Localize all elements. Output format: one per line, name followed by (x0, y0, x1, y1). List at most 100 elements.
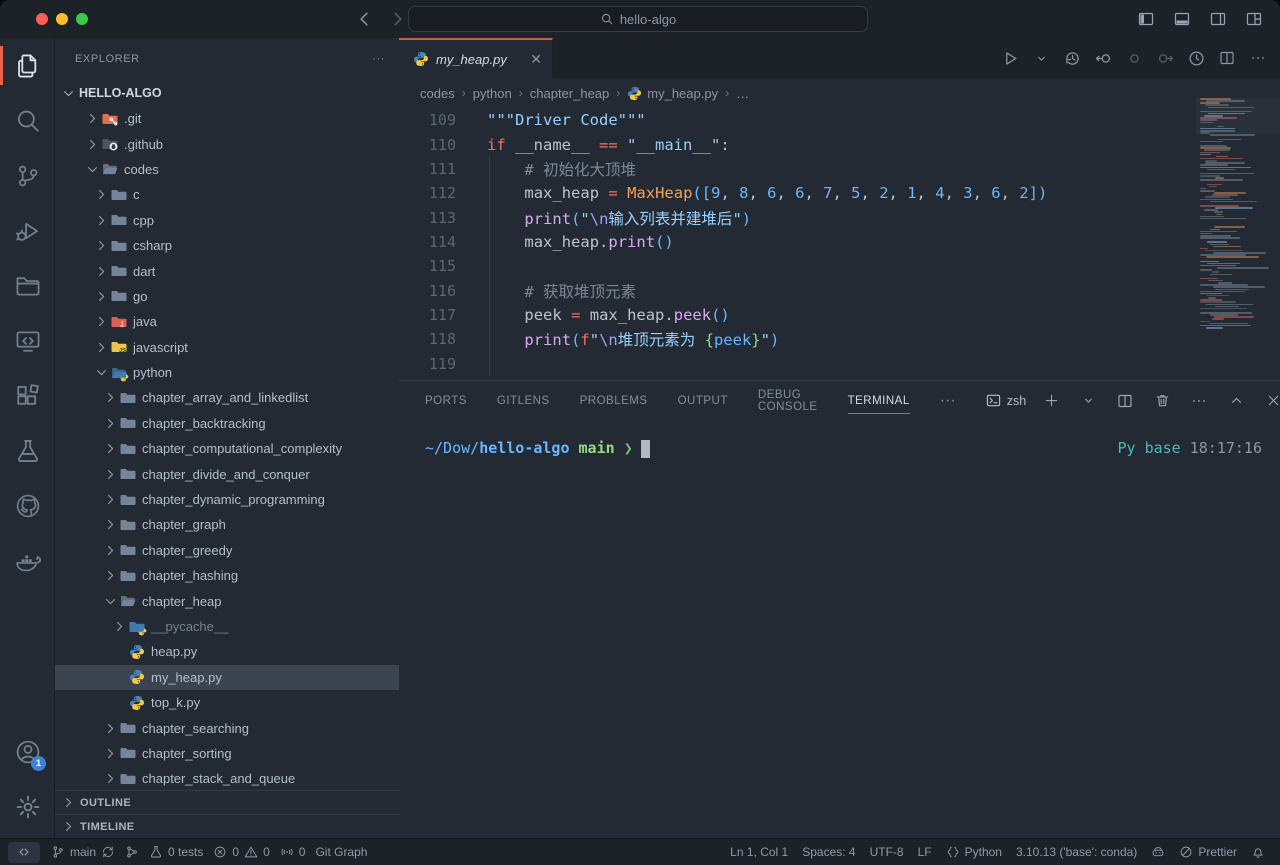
tree-item-csharp[interactable]: csharp (55, 233, 399, 258)
panel-tab-output[interactable]: OUTPUT (678, 381, 728, 420)
command-center-search[interactable]: hello-algo (408, 6, 868, 32)
tree-item-__pycache__[interactable]: __pycache__ (55, 614, 399, 639)
tree-item-chapter_searching[interactable]: chapter_searching (55, 715, 399, 740)
tree-item-java[interactable]: java (55, 309, 399, 334)
status-notifications[interactable] (1246, 845, 1270, 859)
tree-item-go[interactable]: go (55, 284, 399, 309)
status-cursor-position[interactable]: Ln 1, Col 1 (725, 845, 793, 859)
tree-root-hello-algo[interactable]: HELLO-ALGO (55, 80, 399, 106)
activity-settings[interactable] (0, 779, 55, 834)
activity-project-folder[interactable] (0, 258, 55, 313)
explorer-actions-icon[interactable]: ··· (372, 53, 385, 65)
sidebar-section-timeline[interactable]: TIMELINE (55, 814, 399, 838)
tree-item-chapter_hashing[interactable]: chapter_hashing (55, 563, 399, 588)
chevron-down-sm-icon[interactable] (1029, 46, 1053, 70)
terminal-shell[interactable]: zsh (986, 393, 1026, 408)
activity-testing[interactable] (0, 423, 55, 478)
status-feedback[interactable]: 0 (275, 839, 311, 865)
layout-sidebar-left-icon[interactable] (1134, 7, 1158, 31)
terminal-output[interactable]: ~/Dow/hello-algo main ❯Py base 18:17:16 (425, 439, 1262, 458)
tree-item-chapter_heap[interactable]: chapter_heap (55, 588, 399, 613)
tree-item-codes[interactable]: codes (55, 157, 399, 182)
tree-item-chapter_computational_complexity[interactable]: chapter_computational_complexity (55, 436, 399, 461)
status-git-graph[interactable]: Git Graph (310, 839, 372, 865)
tree-item-.git[interactable]: .git (55, 106, 399, 131)
activity-run-debug[interactable] (0, 203, 55, 258)
status-copilot[interactable] (1146, 845, 1170, 859)
status-python-interpreter[interactable]: 3.10.13 ('base': conda) (1011, 845, 1142, 859)
tree-item-javascript[interactable]: JS javascript (55, 335, 399, 360)
more-tabs-icon[interactable]: ··· (940, 392, 956, 410)
trash-icon[interactable] (1150, 389, 1174, 413)
minimap[interactable] (1200, 98, 1274, 334)
tree-item-my_heap.py[interactable]: my_heap.py (55, 665, 399, 690)
tree-item-.github[interactable]: .github (55, 131, 399, 156)
circle-icon[interactable] (1122, 46, 1146, 70)
activity-accounts[interactable]: 1 (0, 724, 55, 779)
layout-grid-icon[interactable] (1242, 7, 1266, 31)
status-prettier[interactable]: Prettier (1174, 845, 1242, 859)
close-tab-icon[interactable]: ✕ (530, 51, 542, 68)
play-icon[interactable] (998, 46, 1022, 70)
status-git-branch[interactable]: main (46, 839, 120, 865)
status-remote-indicator[interactable] (8, 842, 40, 863)
chevron-up-icon[interactable] (1224, 389, 1248, 413)
plus-icon[interactable] (1039, 389, 1063, 413)
tree-item-python[interactable]: python (55, 360, 399, 385)
activity-explorer[interactable] (0, 38, 55, 93)
close-window-button[interactable] (36, 13, 48, 25)
panel-tab-gitlens[interactable]: GITLENS (497, 381, 550, 420)
tree-item-chapter_graph[interactable]: chapter_graph (55, 512, 399, 537)
next-change-icon[interactable] (1153, 46, 1177, 70)
tree-item-heap.py[interactable]: heap.py (55, 639, 399, 664)
tree-item-chapter_backtracking[interactable]: chapter_backtracking (55, 411, 399, 436)
chevron-down-sm-icon[interactable] (1076, 389, 1100, 413)
tree-item-chapter_sorting[interactable]: chapter_sorting (55, 741, 399, 766)
close-icon[interactable] (1261, 389, 1280, 413)
activity-extensions[interactable] (0, 368, 55, 423)
history-icon[interactable] (1060, 46, 1084, 70)
status-encoding[interactable]: UTF-8 (865, 845, 909, 859)
tree-item-c[interactable]: c (55, 182, 399, 207)
breadcrumb-item[interactable]: my_heap.py (627, 86, 718, 101)
activity-docker[interactable] (0, 533, 55, 588)
minimize-window-button[interactable] (56, 13, 68, 25)
status-problems[interactable]: 00 (208, 839, 274, 865)
kebab-icon[interactable] (1246, 46, 1270, 70)
layout-panel-icon[interactable] (1170, 7, 1194, 31)
breadcrumb-item[interactable]: python (473, 86, 512, 101)
panel-tab-terminal[interactable]: TERMINAL (848, 381, 910, 420)
split-icon[interactable] (1113, 389, 1137, 413)
panel-tab-problems[interactable]: PROBLEMS (580, 381, 648, 420)
status-indentation[interactable]: Spaces: 4 (797, 845, 860, 859)
prev-change-icon[interactable] (1091, 46, 1115, 70)
status-tests[interactable]: 0 tests (144, 839, 208, 865)
tab-my-heap[interactable]: my_heap.py ✕ (399, 38, 553, 78)
activity-source-control[interactable] (0, 148, 55, 203)
activity-github[interactable] (0, 478, 55, 533)
watch-icon[interactable] (1184, 46, 1208, 70)
maximize-window-button[interactable] (76, 13, 88, 25)
panel-tab-ports[interactable]: PORTS (425, 381, 467, 420)
tree-item-chapter_dynamic_programming[interactable]: chapter_dynamic_programming (55, 487, 399, 512)
tree-item-chapter_stack_and_queue[interactable]: chapter_stack_and_queue (55, 766, 399, 791)
layout-sidebar-right-icon[interactable] (1206, 7, 1230, 31)
tree-item-dart[interactable]: dart (55, 258, 399, 283)
activity-search[interactable] (0, 93, 55, 148)
status-git-graph-button[interactable] (120, 839, 144, 865)
breadcrumb-item[interactable]: chapter_heap (530, 86, 610, 101)
activity-remote-explorer[interactable] (0, 313, 55, 368)
tree-item-cpp[interactable]: cpp (55, 208, 399, 233)
split-icon[interactable] (1215, 46, 1239, 70)
breadcrumb-item[interactable]: codes (420, 86, 455, 101)
tree-item-chapter_divide_and_conquer[interactable]: chapter_divide_and_conquer (55, 461, 399, 486)
tree-item-top_k.py[interactable]: top_k.py (55, 690, 399, 715)
panel-tab-debug-console[interactable]: DEBUG CONSOLE (758, 381, 818, 420)
status-eol[interactable]: LF (913, 845, 937, 859)
breadcrumb-item[interactable]: … (736, 86, 749, 101)
nav-forward-icon[interactable] (386, 7, 410, 31)
tree-item-chapter_greedy[interactable]: chapter_greedy (55, 538, 399, 563)
kebab-icon[interactable] (1187, 389, 1211, 413)
nav-back-icon[interactable] (352, 7, 376, 31)
sidebar-section-outline[interactable]: OUTLINE (55, 790, 399, 814)
